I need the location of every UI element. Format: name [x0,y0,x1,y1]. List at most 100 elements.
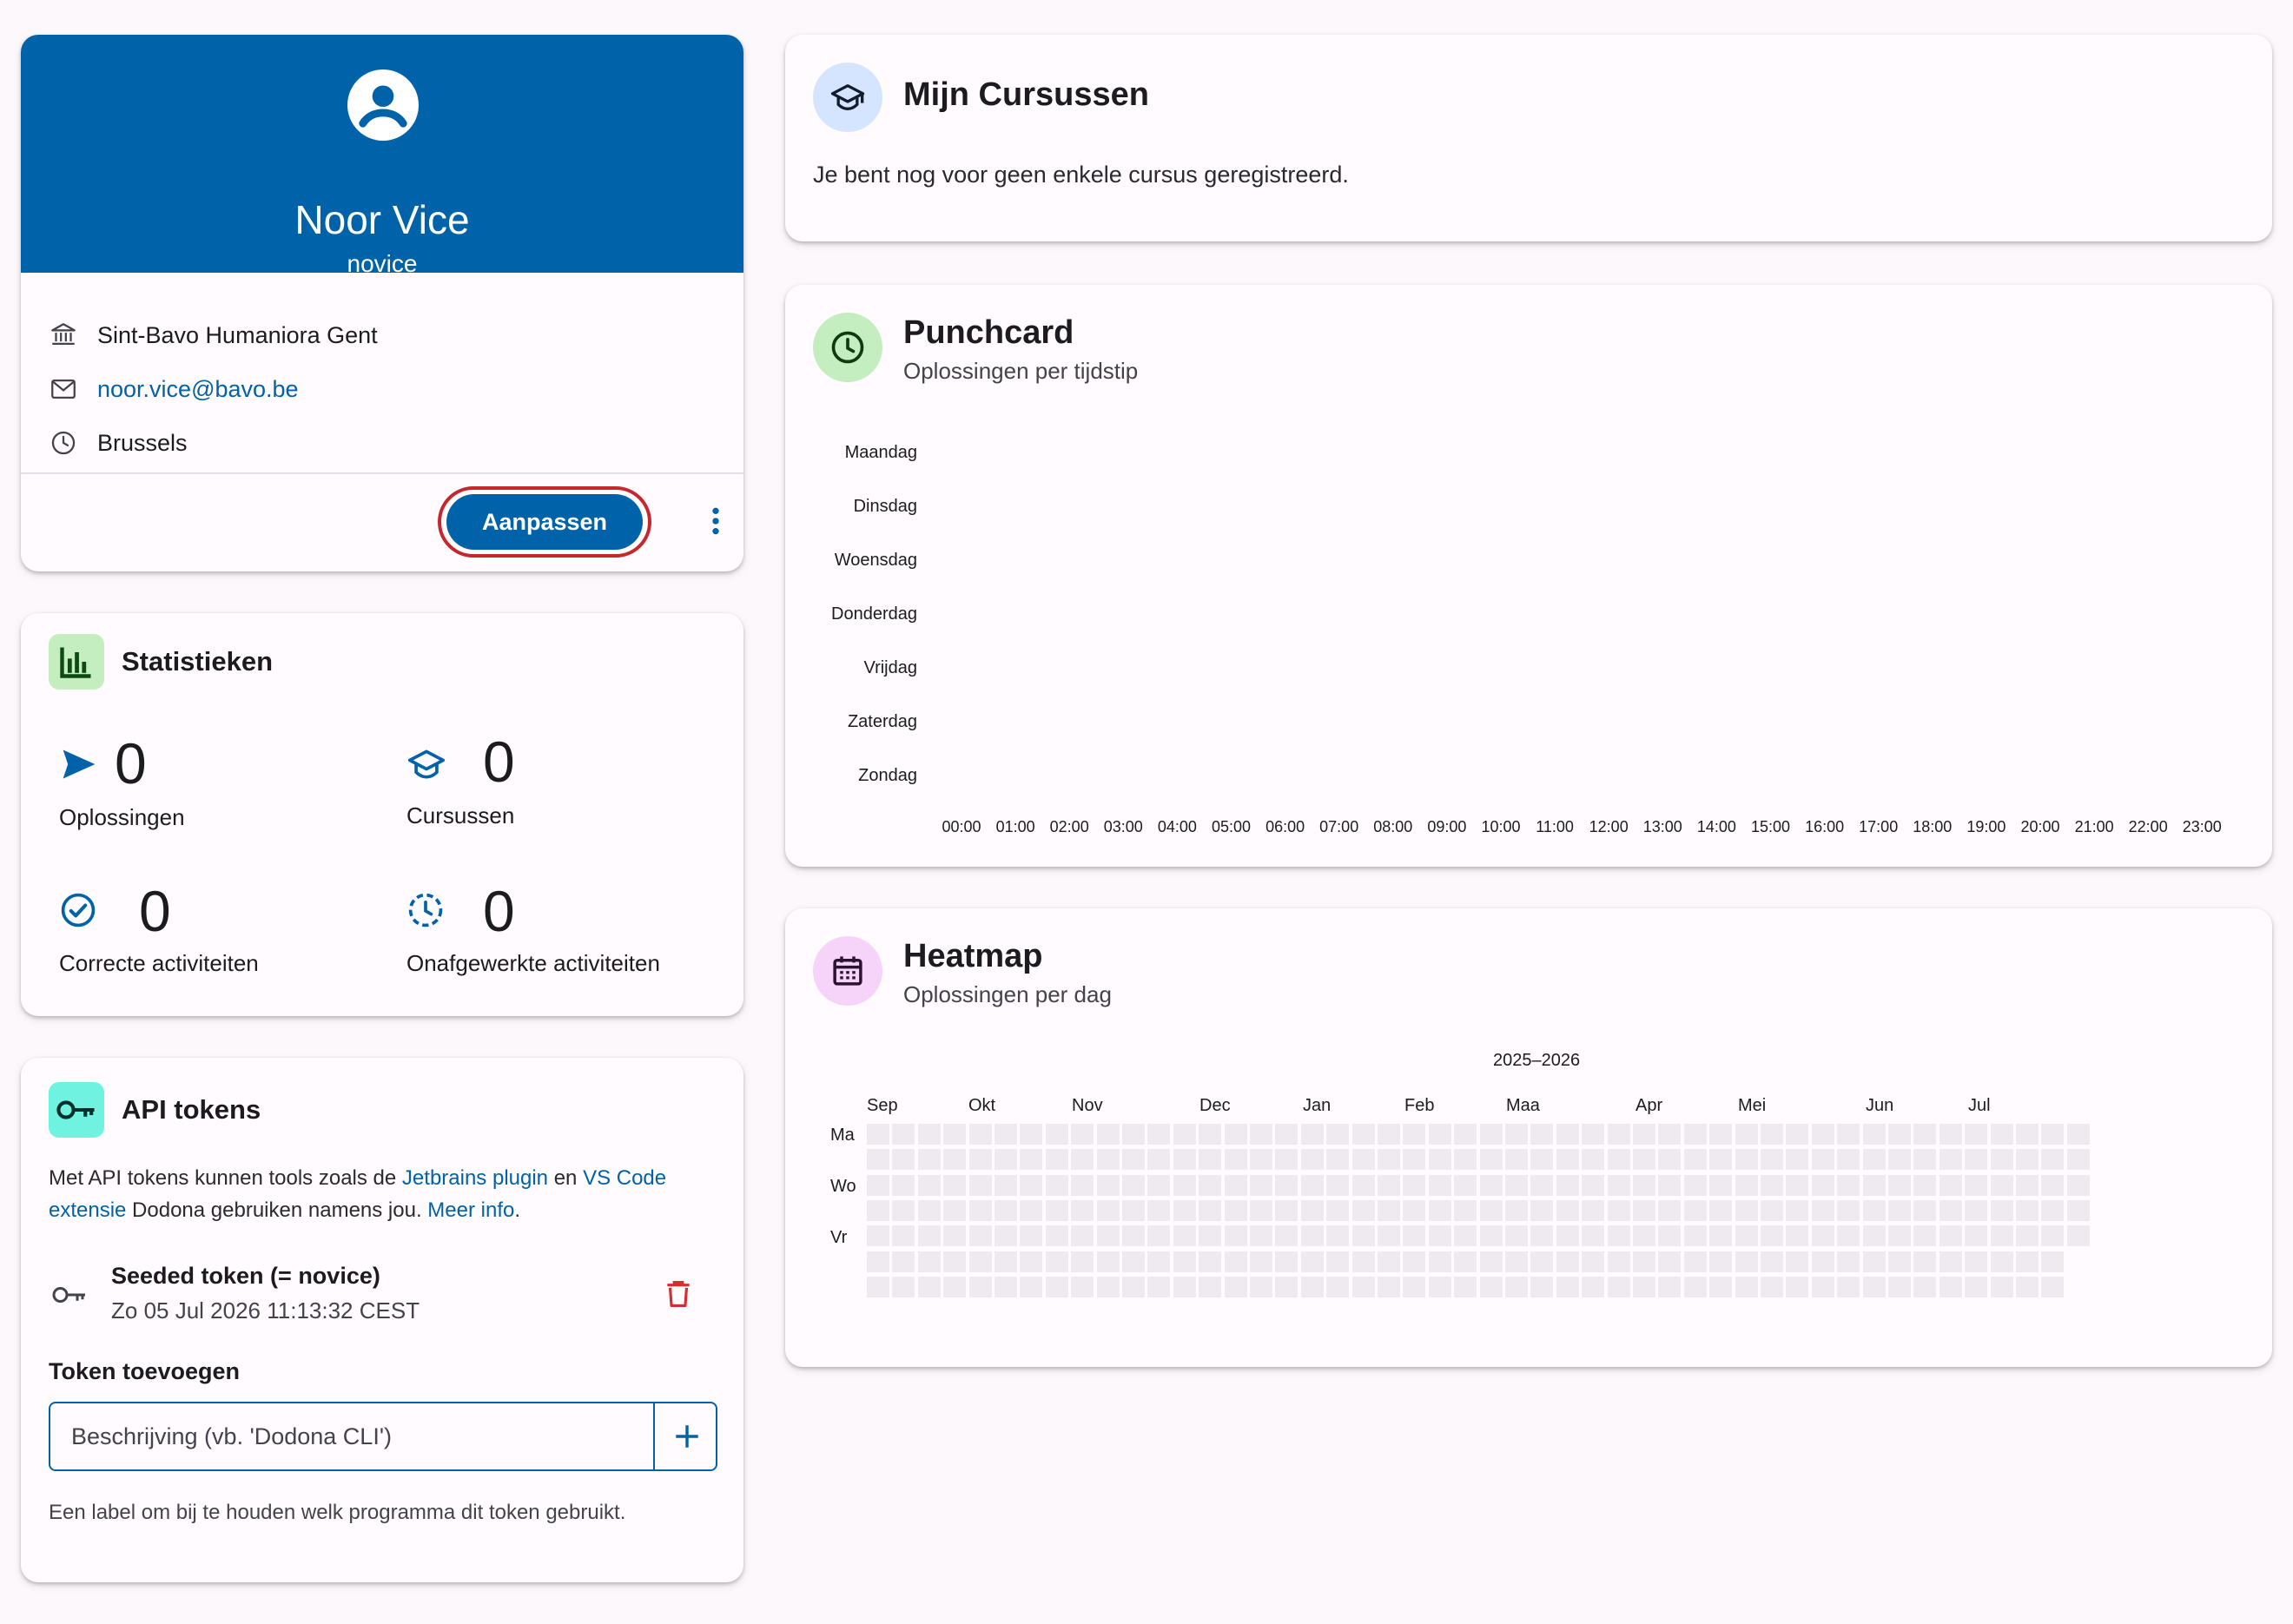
heatmap-day-cell [1071,1251,1094,1272]
heatmap-day-cell [943,1124,967,1145]
heatmap-day-cell [1224,1124,1247,1145]
heatmap-day-cell [1096,1149,1120,1171]
heatmap-day-cell [867,1149,889,1171]
send-icon [63,749,96,779]
heatmap-day-cell [1351,1174,1375,1196]
mail-icon [51,379,76,399]
heatmap-day-cell [1761,1149,1783,1171]
heatmap-day-cell [1122,1251,1145,1272]
punchcard-hour-label: 03:00 [1103,818,1143,835]
heatmap-day-cell [867,1276,889,1297]
edit-profile-button[interactable]: Aanpassen [438,486,651,558]
heatmap-day-cell [1250,1174,1272,1196]
heatmap-day-cell [867,1174,889,1196]
heatmap-day-cell [1862,1251,1886,1272]
heatmap-day-cell [1454,1124,1477,1145]
heatmap-day-cell [968,1225,992,1247]
heatmap-day-cell [1837,1225,1860,1247]
heatmap-day-cell [1505,1199,1528,1221]
heatmap-day-cell [1173,1251,1196,1272]
heatmap-day-cell [1582,1174,1605,1196]
heatmap-day-cell [917,1174,941,1196]
api-title: API tokens [122,1094,261,1125]
heatmap-day-cell [1122,1199,1145,1221]
account-circle-icon [347,69,419,141]
heatmap-day-cell [2066,1174,2090,1196]
heatmap-day-cell [1199,1149,1222,1171]
more-info-link[interactable]: Meer info [427,1198,514,1222]
heatmap-day-cell [1990,1149,2013,1171]
heatmap-day-cell [1811,1251,1834,1272]
punchcard-day-label: Zaterdag [847,712,917,731]
profile-header: Noor Vice novice [21,35,743,277]
heatmap-day-cell [943,1225,967,1247]
heatmap-day-cell [917,1276,941,1297]
heatmap-day-cell [1403,1174,1426,1196]
check-circle-icon [61,893,96,928]
heatmap-day-cell [1454,1276,1477,1297]
heatmap-day-cell [1250,1124,1272,1145]
heatmap-day-cell [1709,1225,1733,1247]
heatmap-day-cell [1582,1124,1605,1145]
heatmap-day-cell [1811,1124,1834,1145]
punchcard-day-label: Maandag [844,443,917,462]
heatmap-day-cell [1683,1124,1707,1145]
heatmap-day-cell [1556,1149,1579,1171]
heatmap-subtitle: Oplossingen per dag [903,981,1112,1007]
punchcard-hour-label: 09:00 [1427,818,1467,835]
heatmap-day-cell [1045,1251,1068,1272]
punchcard-subtitle: Oplossingen per tijdstip [903,358,1139,384]
heatmap-day-cell [1888,1174,1911,1196]
heatmap-day-cell [1378,1225,1400,1247]
heatmap-day-cell [1096,1174,1120,1196]
heatmap-day-cell [1403,1124,1426,1145]
heatmap-day-cell [1096,1124,1120,1145]
heatmap-day-cell [1147,1276,1171,1297]
heatmap-day-cell [2066,1199,2090,1221]
stat-courses-label: Cursussen [406,802,515,829]
heatmap-day-cell [1378,1149,1400,1171]
heatmap-day-cell [1633,1124,1655,1145]
token-description-input[interactable] [50,1403,641,1469]
heatmap-day-cell [1939,1124,1962,1145]
heatmap-day-cell [1505,1225,1528,1247]
heatmap-day-cell [1403,1199,1426,1221]
heatmap-day-cell [943,1276,967,1297]
heatmap-day-cell [1199,1276,1222,1297]
heatmap-day-cell [1683,1174,1707,1196]
email-link[interactable]: noor.vice@bavo.be [97,376,299,403]
delete-icon[interactable] [662,1275,695,1313]
heatmap-day-cell [1479,1225,1503,1247]
heatmap-day-cell [1735,1276,1758,1297]
add-token-button[interactable] [653,1403,719,1469]
heatmap-day-cell [1530,1174,1554,1196]
heatmap-day-cell [1173,1174,1196,1196]
institution-name: Sint-Bavo Humaniora Gent [97,321,378,348]
jetbrains-plugin-link[interactable]: Jetbrains plugin [402,1166,548,1190]
heatmap-day-cell [1173,1149,1196,1171]
heatmap-day-cell [1607,1276,1630,1297]
heatmap-day-cell [1403,1276,1426,1297]
heatmap-title: Heatmap [903,938,1043,974]
heatmap-day-cell [1096,1251,1120,1272]
heatmap-day-cell [1761,1276,1783,1297]
heatmap-day-cell [1965,1174,1988,1196]
heatmap-day-cell [1786,1276,1809,1297]
heatmap-day-cell [1300,1199,1324,1221]
heatmap-day-cell [1122,1124,1145,1145]
heatmap-day-cell [917,1251,941,1272]
heatmap-day-cell [1428,1225,1451,1247]
heatmap-day-cell [892,1174,915,1196]
heatmap-year-label: 2025–2026 [1493,1051,1581,1070]
heatmap-day-cell [995,1199,1017,1221]
heatmap-day-cell [1709,1149,1733,1171]
punchcard-hour-label: 16:00 [1805,818,1845,835]
heatmap-day-cell [1428,1276,1451,1297]
heatmap-day-cell [1888,1124,1911,1145]
heatmap-day-cell [1454,1174,1477,1196]
heatmap-day-cell [1786,1149,1809,1171]
heatmap-day-cell [1122,1149,1145,1171]
heatmap-day-cell [1505,1276,1528,1297]
more-vert-icon[interactable] [698,504,733,538]
heatmap-day-cell [1786,1174,1809,1196]
